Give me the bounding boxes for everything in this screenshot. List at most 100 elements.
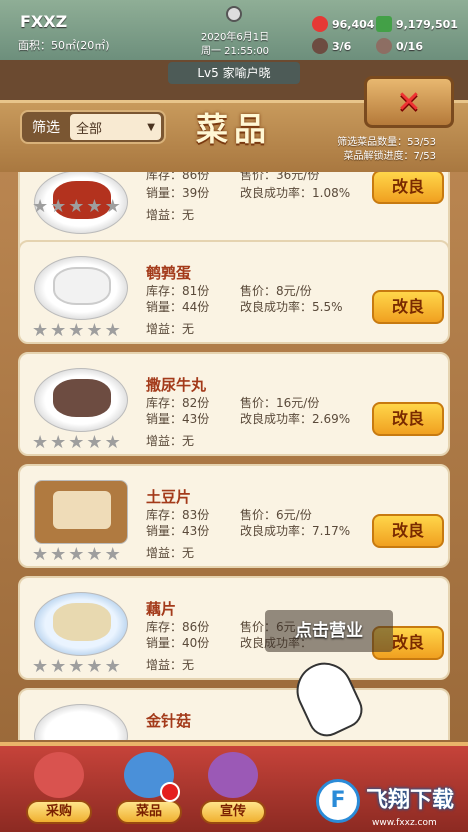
resource-chef[interactable]: 3/6 <box>312 38 351 54</box>
chevron-down-icon: ▼ <box>147 121 155 133</box>
tab-label: 宣传 <box>200 800 266 824</box>
stock-value: 82份 <box>182 396 210 410</box>
star-icon: ★ <box>86 196 103 217</box>
upgrade-button[interactable]: 改良 <box>372 402 444 436</box>
dish-image <box>34 592 128 656</box>
star-icon: ★ <box>104 656 121 677</box>
star-icon: ★ <box>104 432 121 453</box>
tab-promote[interactable]: 宣传 <box>200 752 266 828</box>
resource-money[interactable]: 9,179,501 <box>376 16 458 32</box>
sold-value: 40份 <box>182 636 210 650</box>
price-label: 售价： <box>240 172 277 182</box>
star-icon: ★ <box>68 656 85 677</box>
stock-label: 库存： <box>146 172 183 182</box>
tab-label: 菜品 <box>116 800 182 824</box>
stock-value: 81份 <box>182 284 210 298</box>
shop-icon <box>34 752 84 798</box>
rate-label: 改良成功率： <box>240 524 313 538</box>
upgrade-button[interactable]: 改良 <box>372 290 444 324</box>
filter-dropdown[interactable]: 筛选 全部 ▼ <box>20 110 166 144</box>
stock-value: 86份 <box>182 172 210 182</box>
star-icon: ★ <box>68 196 85 217</box>
resource-dish[interactable]: 0/16 <box>376 38 423 54</box>
shop-name: FXXZ <box>20 12 68 31</box>
star-icon: ★ <box>104 544 121 565</box>
dish-image <box>34 368 128 432</box>
sold-label: 销量： <box>146 186 183 200</box>
dish-card: 金针菇 <box>18 688 450 740</box>
clock-icon <box>226 6 242 22</box>
rate-label: 改良成功率： <box>240 412 313 426</box>
level-banner: Lv5 家喻户晓 <box>168 62 300 84</box>
sold-value: 39份 <box>182 186 210 200</box>
notification-dot <box>160 782 180 802</box>
filter-select[interactable]: 全部 ▼ <box>70 114 161 140</box>
star-icon: ★ <box>68 544 85 565</box>
dish-stats: 筛选菜品数量：53/53 菜品解锁进度：7/53 <box>337 136 436 164</box>
close-button[interactable]: ✕ <box>364 76 454 128</box>
buff-value: 无 <box>182 208 195 222</box>
buff-value: 无 <box>182 546 195 560</box>
dish-name: 土豆片 <box>146 488 192 506</box>
tomato-icon <box>312 16 328 32</box>
dish-name: 藕片 <box>146 600 177 618</box>
sold-label: 销量： <box>146 636 183 650</box>
tutorial-hint[interactable]: 点击营业 <box>265 610 393 652</box>
star-icon: ★ <box>86 544 103 565</box>
buff-label: 增益： <box>146 658 183 672</box>
rate-label: 改良成功率： <box>240 300 313 314</box>
upgrade-button[interactable]: 改良 <box>372 172 444 204</box>
upgrade-button[interactable]: 改良 <box>372 514 444 548</box>
star-icon: ★ <box>50 320 67 341</box>
dish-image <box>34 256 128 320</box>
buff-label: 增益： <box>146 208 183 222</box>
tab-purchase[interactable]: 采购 <box>26 752 92 828</box>
stats-unlock: 菜品解锁进度：7/53 <box>343 151 436 162</box>
dish-name: 撒尿牛丸 <box>146 376 207 394</box>
game-time: 周一 21:55:00 <box>200 46 270 57</box>
panel-title: 菜品 <box>195 110 272 148</box>
sold-value: 43份 <box>182 412 210 426</box>
star-icon: ★ <box>104 320 121 341</box>
stock-label: 库存： <box>146 284 183 298</box>
price-label: 售价： <box>240 284 277 298</box>
dish-card: 土豆片 库存：83份 售价：6元/份 销量：43份 改良成功率：7.17% 增益… <box>18 464 450 568</box>
rate-label: 改良成功率： <box>240 186 313 200</box>
star-icon: ★ <box>50 656 67 677</box>
stats-count: 筛选菜品数量：53/53 <box>337 137 436 148</box>
star-icon: ★ <box>68 320 85 341</box>
food-image <box>53 267 111 305</box>
sold-label: 销量： <box>146 412 183 426</box>
price-value: 36元/份 <box>276 172 320 182</box>
sold-label: 销量： <box>146 524 183 538</box>
price-label: 售价： <box>240 396 277 410</box>
star-rating: ★ ★ ★ ★ ★ <box>32 198 121 216</box>
star-icon: ★ <box>32 656 49 677</box>
food-image <box>53 603 111 641</box>
watermark-text: 飞翔下载 <box>366 788 455 813</box>
star-icon: ★ <box>86 320 103 341</box>
price-value: 16元/份 <box>276 396 320 410</box>
dish-card: 撒尿牛丸 库存：82份 售价：16元/份 销量：43份 改良成功率：2.69% … <box>18 352 450 456</box>
star-icon: ★ <box>32 432 49 453</box>
game-date: 2020年6月1日 <box>200 32 270 43</box>
dish-list[interactable]: 库存：86份 售价：36元/份 销量：39份 改良成功率：1.08% 增益：无 … <box>18 172 450 740</box>
dish-name: 金针菇 <box>146 712 192 730</box>
dish-image <box>34 704 128 740</box>
buff-label: 增益： <box>146 546 183 560</box>
filter-label: 筛选 <box>32 120 60 136</box>
star-icon: ★ <box>32 196 49 217</box>
price-value: 8元/份 <box>276 284 312 298</box>
stock-label: 库存： <box>146 508 183 522</box>
food-image <box>53 491 111 529</box>
filter-value: 全部 <box>76 121 103 137</box>
resource-value: 96,404 <box>332 17 375 31</box>
sold-label: 销量： <box>146 300 183 314</box>
star-icon: ★ <box>50 432 67 453</box>
stock-value: 86份 <box>182 620 210 634</box>
star-icon: ★ <box>50 544 67 565</box>
star-icon: ★ <box>32 320 49 341</box>
buff-value: 无 <box>182 322 195 336</box>
resource-tomato[interactable]: 96,404 <box>312 16 374 32</box>
dish-icon <box>376 38 392 54</box>
